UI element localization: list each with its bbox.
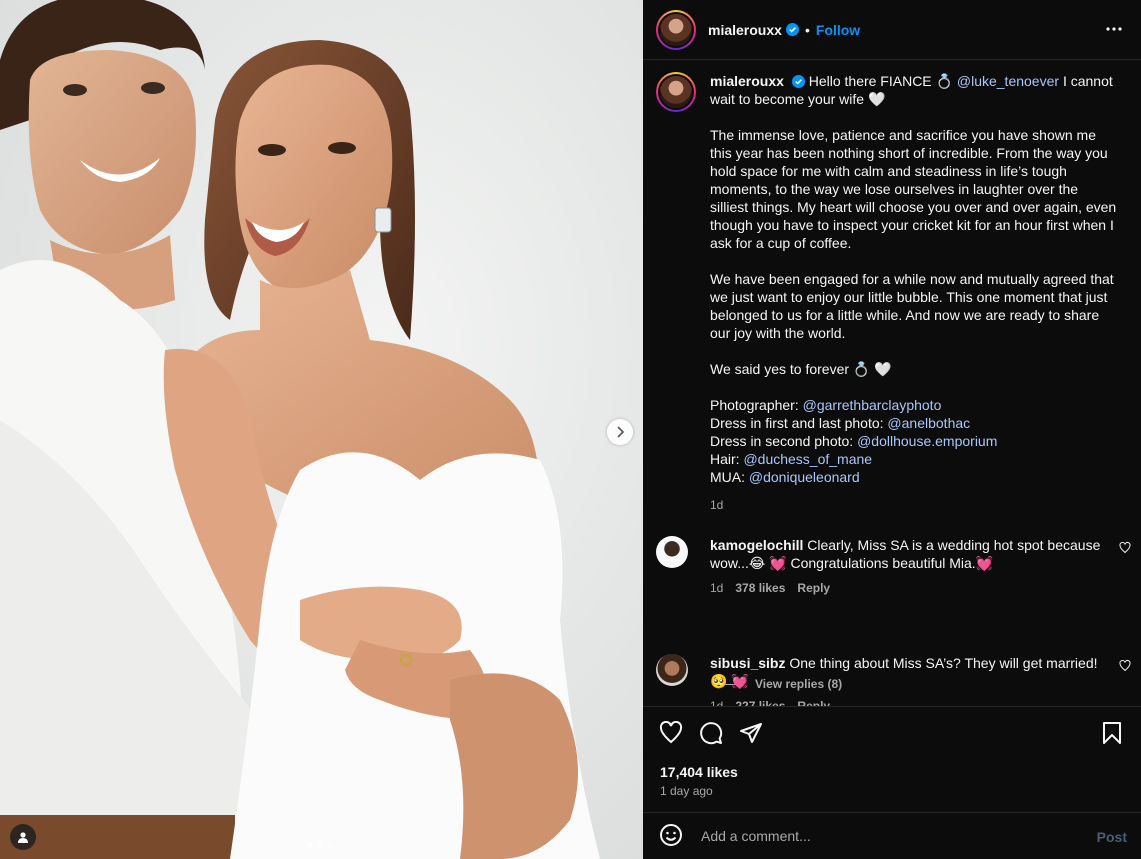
post-side-panel: mialerouxx • Follow mialerouxx Hello the… xyxy=(643,0,1141,859)
follow-button[interactable]: Follow xyxy=(816,22,860,38)
comment-item: kamogelochill Clearly, Miss SA is a wedd… xyxy=(656,536,1131,597)
couple-photo xyxy=(0,0,643,859)
likes-count[interactable]: 17,404 likes xyxy=(660,764,738,780)
reply-button[interactable]: Reply xyxy=(797,697,830,706)
smiley-icon xyxy=(660,824,682,846)
post-comment-button[interactable]: Post xyxy=(1097,829,1127,845)
caption-avatar[interactable] xyxy=(656,72,696,112)
carousel-dot xyxy=(327,842,333,848)
comment-time[interactable]: 1d xyxy=(710,697,723,706)
chevron-right-icon xyxy=(617,426,625,438)
credit-handle[interactable]: @duchess_of_mane xyxy=(743,451,872,467)
carousel-indicator xyxy=(307,842,333,848)
credit-label: Dress in second photo: xyxy=(710,433,854,449)
next-slide-button[interactable] xyxy=(607,419,633,445)
caption-mention[interactable]: @luke_tenoever xyxy=(957,73,1059,89)
post-timestamp[interactable]: 1 day ago xyxy=(660,784,713,798)
caption-paragraph: The immense love, patience and sacrifice… xyxy=(710,127,1117,251)
reply-button[interactable]: Reply xyxy=(797,579,830,597)
emoji-button[interactable] xyxy=(659,823,685,849)
more-options-icon[interactable] xyxy=(1105,20,1123,38)
credit-label: Hair: xyxy=(710,451,740,467)
verified-badge-icon xyxy=(791,75,805,88)
caption-username[interactable]: mialerouxx xyxy=(710,73,784,89)
post-header: mialerouxx • Follow xyxy=(643,0,1141,60)
caption-time[interactable]: 1d xyxy=(710,496,1120,514)
comment-item: sibusi_sibz One thing about Miss SA’s? T… xyxy=(656,654,1131,706)
post-actions: 17,404 likes 1 day ago xyxy=(643,706,1141,811)
comment-body: sibusi_sibz One thing about Miss SA’s? T… xyxy=(710,654,1105,706)
user-icon xyxy=(18,832,28,843)
commenter-username[interactable]: sibusi_sibz xyxy=(710,655,785,671)
comment-likes[interactable]: 227 likes xyxy=(735,697,785,706)
carousel-dot xyxy=(307,842,313,848)
comment-composer: Post xyxy=(643,812,1141,859)
comment-time[interactable]: 1d xyxy=(710,579,723,597)
comment-meta: 1d 227 likes Reply xyxy=(710,697,1105,706)
credit-handle[interactable]: @anelbothac xyxy=(887,415,970,431)
save-button[interactable] xyxy=(1101,721,1127,747)
action-icons xyxy=(659,720,765,747)
comment-likes[interactable]: 378 likes xyxy=(735,579,785,597)
caption-credits: Photographer: @garrethbarclayphoto Dress… xyxy=(710,396,1120,486)
caption-paragraph: We have been engaged for a while now and… xyxy=(710,271,1114,341)
comment-input[interactable] xyxy=(701,828,1081,844)
carousel-dot xyxy=(317,842,323,848)
caption: mialerouxx Hello there FIANCE 💍 @luke_te… xyxy=(656,72,1126,514)
credit-handle[interactable]: @garrethbarclayphoto xyxy=(803,397,942,413)
header-separator: • xyxy=(804,21,810,38)
share-button[interactable] xyxy=(739,721,765,747)
comment-button[interactable] xyxy=(699,721,725,747)
credit-label: Photographer: xyxy=(710,397,799,413)
comment-body: kamogelochill Clearly, Miss SA is a wedd… xyxy=(710,536,1105,597)
like-button[interactable] xyxy=(659,720,685,747)
bookmark-icon xyxy=(1103,722,1121,744)
caption-paragraph: We said yes to forever 💍 🤍 xyxy=(710,361,892,377)
heart-icon xyxy=(659,720,683,744)
heart-icon[interactable] xyxy=(1119,660,1131,672)
credit-label: Dress in first and last photo: xyxy=(710,415,884,431)
comments-scroll-area[interactable]: mialerouxx Hello there FIANCE 💍 @luke_te… xyxy=(643,60,1141,706)
paper-plane-icon xyxy=(740,723,762,743)
credit-handle[interactable]: @dollhouse.emporium xyxy=(857,433,997,449)
commenter-avatar[interactable] xyxy=(656,654,688,686)
post-media[interactable] xyxy=(0,0,643,859)
author-avatar[interactable] xyxy=(656,9,696,50)
tagged-users-button[interactable] xyxy=(10,824,36,850)
comment-meta: 1d 378 likes Reply xyxy=(710,579,1105,597)
author-username[interactable]: mialerouxx xyxy=(708,22,782,38)
commenter-avatar[interactable] xyxy=(656,536,688,568)
credit-label: MUA: xyxy=(710,469,745,485)
caption-body: mialerouxx Hello there FIANCE 💍 @luke_te… xyxy=(710,72,1120,514)
verified-badge-icon xyxy=(785,23,799,36)
credit-handle[interactable]: @doniqueleonard xyxy=(749,469,860,485)
commenter-username[interactable]: kamogelochill xyxy=(710,537,803,553)
caption-line1: Hello there FIANCE 💍 xyxy=(808,73,953,89)
heart-icon[interactable] xyxy=(1119,542,1131,554)
comment-bubble-icon xyxy=(700,722,723,745)
